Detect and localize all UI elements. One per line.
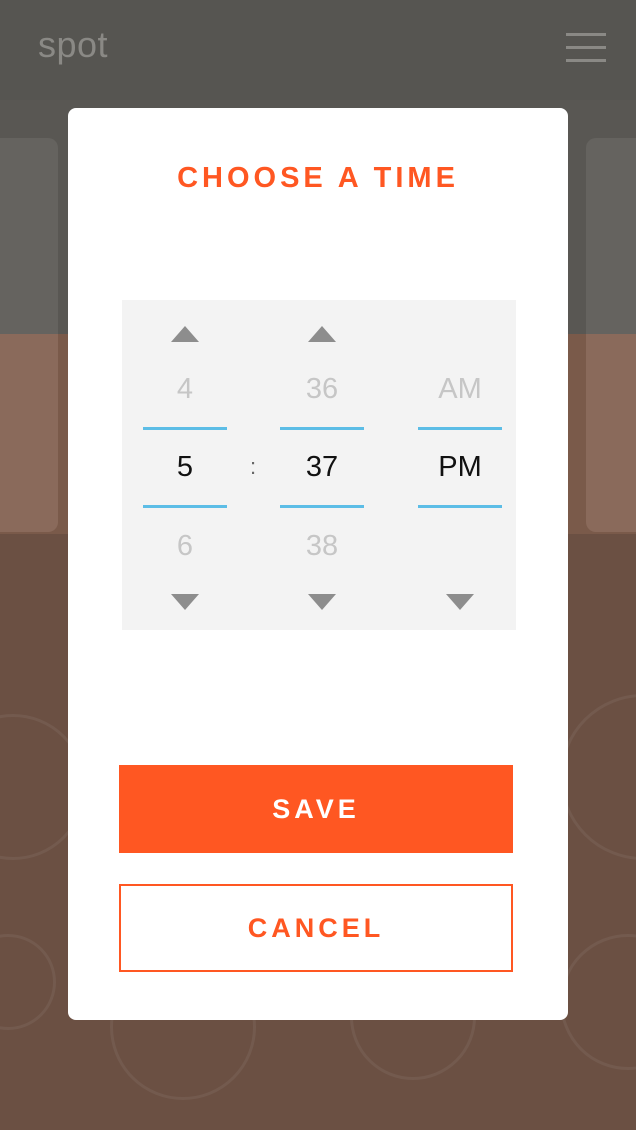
app-header: spot — [0, 0, 636, 100]
hamburger-menu-icon[interactable] — [566, 33, 606, 63]
period-previous-value[interactable]: AM — [418, 373, 502, 406]
cancel-button[interactable]: CANCEL — [119, 884, 513, 972]
minute-selected-value[interactable]: 37 — [280, 451, 364, 484]
minute-up-arrow-icon[interactable] — [308, 326, 336, 342]
hour-column: 4 5 6 — [143, 300, 227, 630]
hour-selection-line-top — [143, 427, 227, 430]
hour-previous-value[interactable]: 4 — [143, 373, 227, 406]
period-selection-line-top — [418, 427, 502, 430]
hour-selected-value[interactable]: 5 — [143, 451, 227, 484]
time-picker: 4 5 6 : 36 37 38 AM PM — [122, 300, 516, 630]
screen: spot CHOOSE A TIME 4 5 6: 36 37 38 AM P… — [0, 0, 636, 1130]
dialog-title: CHOOSE A TIME — [177, 162, 459, 194]
hour-next-value[interactable]: 6 — [143, 530, 227, 563]
hour-selection-line-bottom — [143, 505, 227, 508]
minute-column: 36 37 38 — [280, 300, 364, 630]
minute-down-arrow-icon[interactable] — [308, 594, 336, 610]
time-separator: : — [249, 454, 257, 479]
period-selected-value[interactable]: PM — [418, 451, 502, 484]
save-button[interactable]: SAVE — [119, 765, 513, 853]
hour-up-arrow-icon[interactable] — [171, 326, 199, 342]
background-card — [586, 138, 636, 532]
minute-next-value[interactable]: 38 — [280, 530, 364, 563]
period-selection-line-bottom — [418, 505, 502, 508]
app-logo: spot — [38, 24, 109, 65]
minute-selection-line-bottom — [280, 505, 364, 508]
minute-previous-value[interactable]: 36 — [280, 373, 364, 406]
minute-selection-line-top — [280, 427, 364, 430]
hour-down-arrow-icon[interactable] — [171, 594, 199, 610]
background-card — [0, 138, 58, 532]
period-column: AM PM — [418, 300, 502, 630]
period-down-arrow-icon[interactable] — [446, 594, 474, 610]
